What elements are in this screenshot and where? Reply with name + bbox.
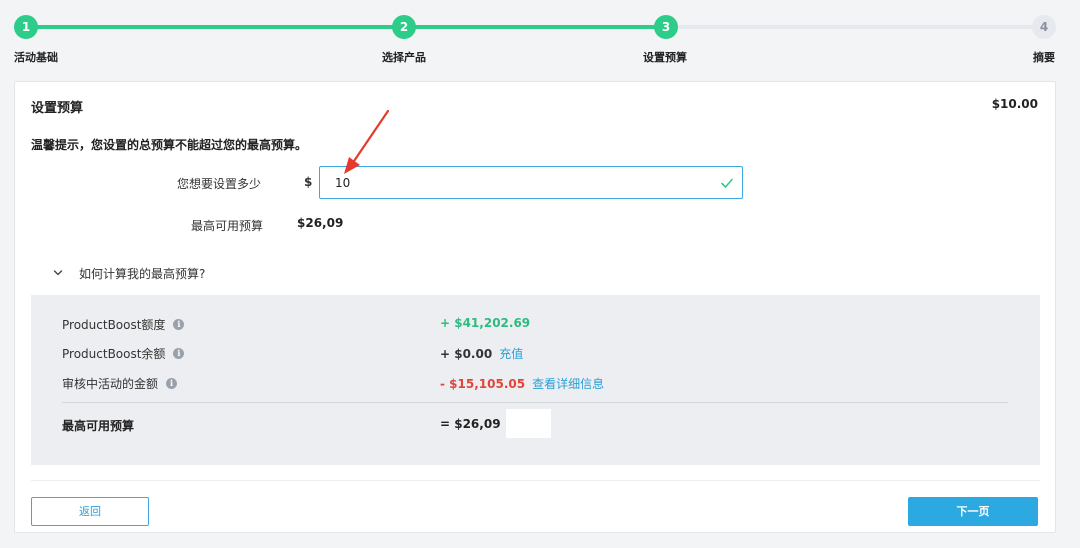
info-icon[interactable]: i xyxy=(173,348,185,359)
calc-row-value-pending: - $15,105.05 查看详细信息 xyxy=(440,375,604,392)
step-4-circle: 4 xyxy=(1032,15,1056,39)
currency-symbol: $ xyxy=(304,175,313,189)
step-3-label[interactable]: 设置预算 xyxy=(643,49,687,65)
back-button[interactable]: 返回 xyxy=(31,497,149,526)
calc-value: - $15,105.05 xyxy=(440,376,526,391)
calc-row-value-balance: + $0.00 充值 xyxy=(440,345,523,362)
budget-summary-amount: $10.00 xyxy=(991,97,1038,111)
info-icon[interactable]: i xyxy=(173,319,185,330)
calc-breakdown-panel: ProductBoost额度 i + $41,202.69 ProductBoo… xyxy=(31,295,1040,465)
howto-calc-toggle[interactable]: 如何计算我的最高预算? xyxy=(53,264,205,282)
calc-row-pending: 审核中活动的金额 i xyxy=(62,375,178,392)
card-title: 设置预算 xyxy=(31,101,84,116)
step-3-circle[interactable]: 3 xyxy=(654,15,678,39)
info-icon[interactable]: i xyxy=(166,378,178,389)
max-budget-label: 最高可用预算 xyxy=(191,219,264,233)
check-icon xyxy=(721,178,733,188)
budget-tip: 温馨提示，您设置的总预算不能超过您的最高预算。 xyxy=(31,138,308,152)
view-details-link[interactable]: 查看详细信息 xyxy=(532,375,604,392)
step-2-circle[interactable]: 2 xyxy=(392,15,416,39)
max-budget-value: $26,09 xyxy=(297,216,344,230)
calc-row-quota: ProductBoost额度 i xyxy=(62,316,185,333)
footer-divider xyxy=(31,480,1040,481)
calc-row-value-quota: + $41,202.69 xyxy=(440,316,530,330)
chevron-down-icon[interactable] xyxy=(53,268,63,278)
calc-row-label: 审核中活动的金额 xyxy=(62,377,159,391)
step-1-circle[interactable]: 1 xyxy=(14,15,38,39)
calc-row-label: ProductBoost余额 xyxy=(62,347,166,361)
budget-input-wrapper[interactable] xyxy=(319,166,743,199)
recharge-link[interactable]: 充值 xyxy=(499,345,523,362)
step-1-label[interactable]: 活动基础 xyxy=(14,49,58,65)
calc-row-label: ProductBoost额度 xyxy=(62,318,166,332)
step-2-label[interactable]: 选择产品 xyxy=(382,49,426,65)
calc-divider xyxy=(62,402,1008,403)
stepper-track-pending xyxy=(666,25,1044,29)
stepper-track-complete xyxy=(26,25,666,29)
redaction-box xyxy=(506,409,551,438)
howto-calc-label[interactable]: 如何计算我的最高预算? xyxy=(79,265,205,282)
calc-value: + $0.00 xyxy=(440,346,493,361)
budget-card: 设置预算 $10.00 温馨提示，您设置的总预算不能超过您的最高预算。 您想要设… xyxy=(14,81,1056,533)
next-page-button[interactable]: 下一页 xyxy=(908,497,1038,526)
calc-total-value: = $26,09 xyxy=(440,417,501,431)
step-4-label: 摘要 xyxy=(1033,51,1055,64)
calc-row-balance: ProductBoost余额 i xyxy=(62,345,185,362)
calc-value: + $41,202.69 xyxy=(440,316,531,330)
budget-field-label: 您想要设置多少 xyxy=(177,177,262,191)
progress-stepper: 1 活动基础 2 选择产品 3 设置预算 4 摘要 xyxy=(0,0,1080,70)
budget-input[interactable] xyxy=(320,167,700,198)
calc-total-label: 最高可用预算 xyxy=(62,419,135,433)
